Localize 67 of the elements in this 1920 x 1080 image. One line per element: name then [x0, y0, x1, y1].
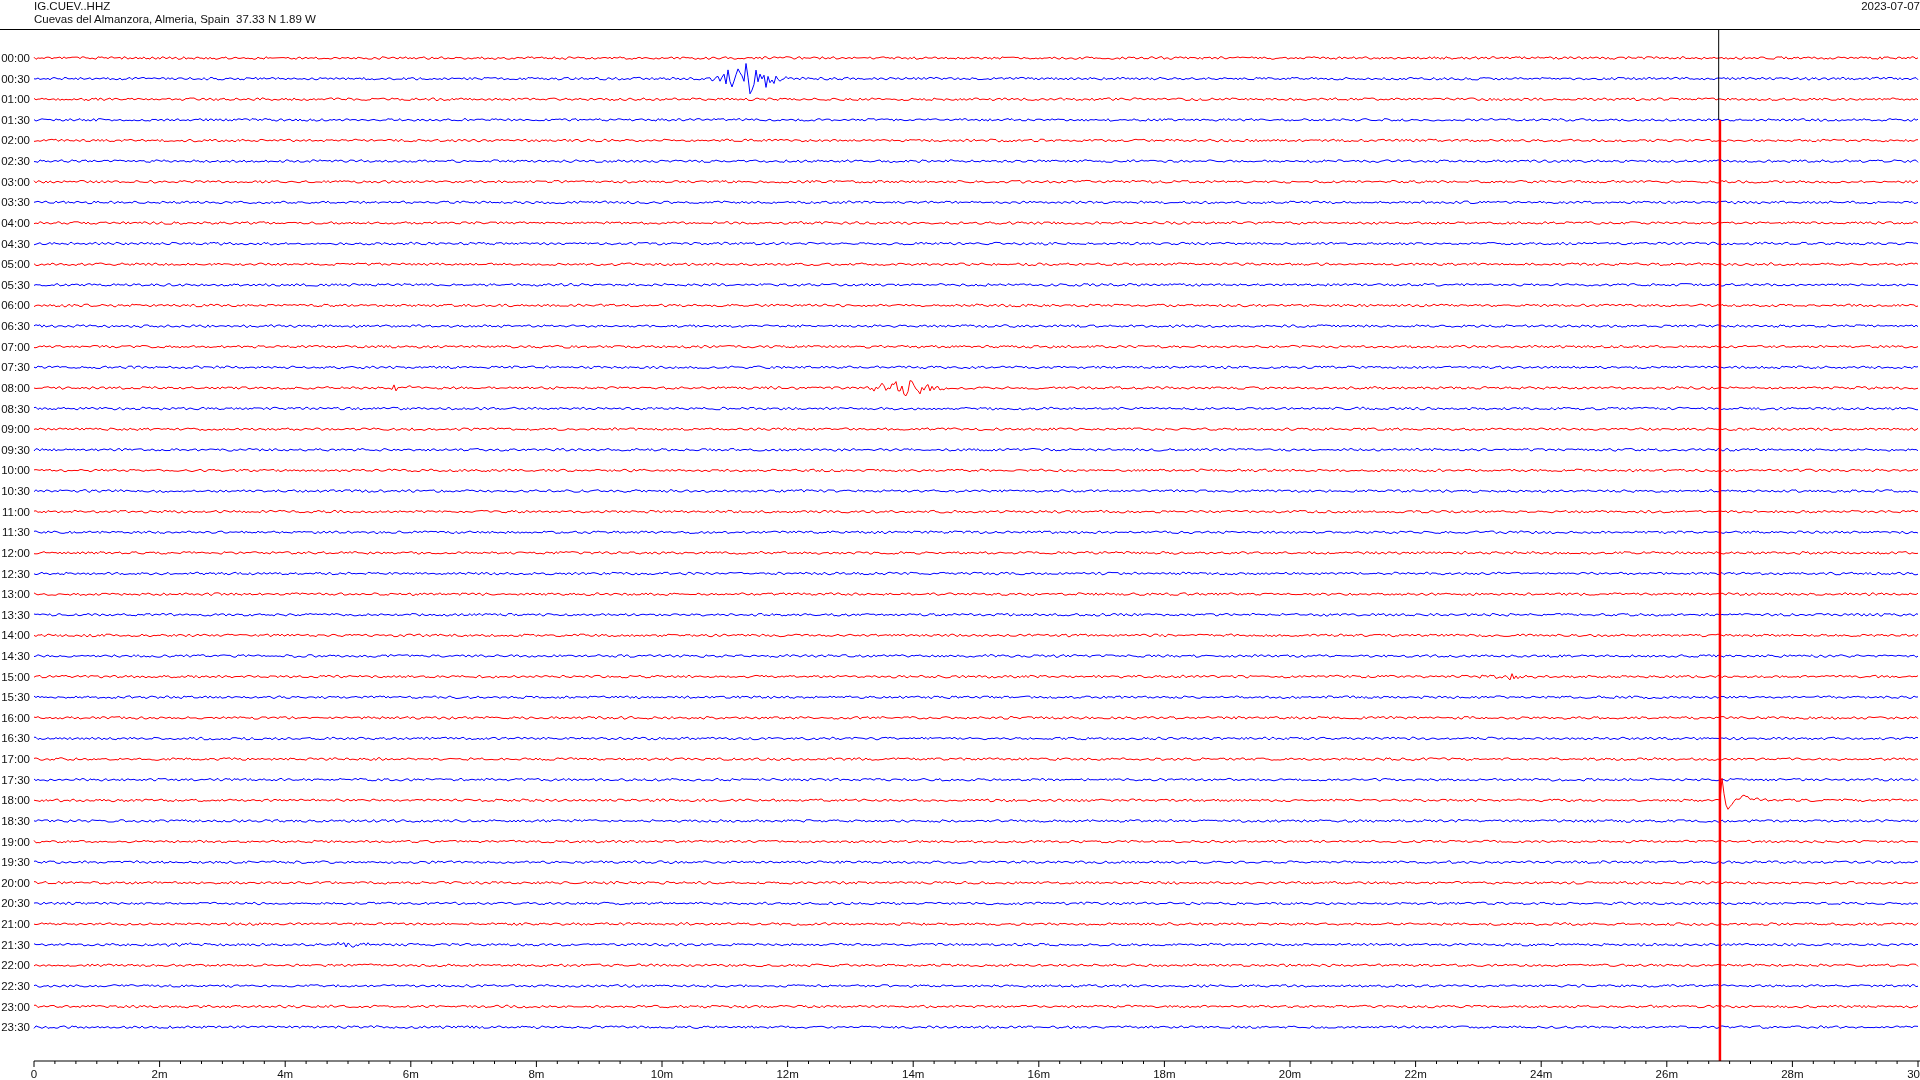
time-label: 20:00: [1, 876, 30, 889]
axis-label: 26m: [1655, 1068, 1678, 1079]
time-label: 01:30: [1, 113, 30, 126]
time-label: 08:30: [1, 402, 30, 415]
time-label: 07:00: [1, 340, 30, 353]
time-label: 07:30: [1, 361, 30, 374]
axis-label: 14m: [902, 1068, 925, 1079]
time-label: 15:30: [1, 691, 30, 704]
axis-label: 30: [1907, 1068, 1920, 1079]
time-label: 04:00: [1, 216, 30, 229]
time-label: 18:00: [1, 794, 30, 807]
axis-label: 6m: [402, 1068, 419, 1079]
axis-label: 12m: [776, 1068, 799, 1079]
time-label: 06:30: [1, 320, 30, 333]
time-label: 22:00: [1, 959, 30, 972]
time-label: 17:00: [1, 753, 30, 766]
time-label: 00:00: [1, 52, 30, 64]
station-location: Cuevas del Almanzora, Almeria, Spain 37.33 N 1.89 W: [34, 12, 316, 25]
axis-label: 8m: [528, 1068, 545, 1079]
time-label: 10:30: [1, 485, 30, 497]
axis-label: 20m: [1278, 1068, 1302, 1079]
time-label: 18:30: [1, 814, 30, 827]
time-label: 06:00: [1, 299, 30, 312]
time-label: 23:30: [1, 1021, 30, 1034]
axis-label: 10m: [650, 1068, 674, 1079]
time-label: 11:30: [2, 526, 30, 539]
date-label: 2023-07-07: [1861, 0, 1920, 14]
time-label: 05:00: [1, 258, 30, 271]
time-label: 02:00: [1, 134, 30, 147]
time-label: 16:30: [1, 732, 30, 745]
time-label: 01:00: [1, 93, 30, 106]
axis-label: 0: [30, 1068, 38, 1079]
station-code: IG.CUEV..HHZ: [34, 0, 112, 13]
time-label: 02:30: [1, 155, 30, 168]
time-label: 00:30: [1, 72, 30, 85]
time-label: 12:00: [1, 546, 30, 559]
time-label: 20:30: [1, 897, 30, 910]
axis-label: 18m: [1153, 1068, 1176, 1079]
time-label: 10:00: [1, 464, 30, 477]
axis-label: 16m: [1027, 1068, 1050, 1079]
axis-label: 24m: [1530, 1068, 1553, 1079]
time-label: 09:30: [1, 443, 30, 456]
time-label: 16:00: [1, 711, 30, 724]
axis-label: 28m: [1781, 1068, 1804, 1079]
time-label: 14:00: [1, 629, 30, 642]
time-label: 08:00: [1, 381, 30, 394]
time-label: 19:00: [1, 835, 30, 848]
time-label: 23:00: [1, 1000, 30, 1013]
time-label: 03:00: [1, 175, 30, 188]
time-label: 03:30: [1, 196, 30, 209]
time-label: 15:00: [1, 670, 30, 683]
axis-label: 2m: [151, 1068, 168, 1079]
time-label: 12:30: [1, 567, 30, 580]
time-label: 14:30: [1, 650, 30, 662]
time-label: 04:30: [1, 237, 30, 250]
time-label: 13:30: [1, 608, 30, 621]
time-label: 09:00: [1, 423, 30, 436]
axis-label: 4m: [277, 1068, 294, 1079]
time-label: 11:00: [2, 505, 30, 518]
time-label: 19:30: [1, 856, 30, 869]
axis-label: 22m: [1404, 1068, 1427, 1079]
time-label: 17:30: [1, 773, 30, 786]
time-label: 22:30: [1, 979, 30, 992]
time-label: 21:00: [1, 918, 30, 931]
time-label: 05:30: [1, 278, 30, 291]
time-label: 13:00: [1, 588, 30, 601]
time-label: 21:30: [1, 938, 30, 951]
